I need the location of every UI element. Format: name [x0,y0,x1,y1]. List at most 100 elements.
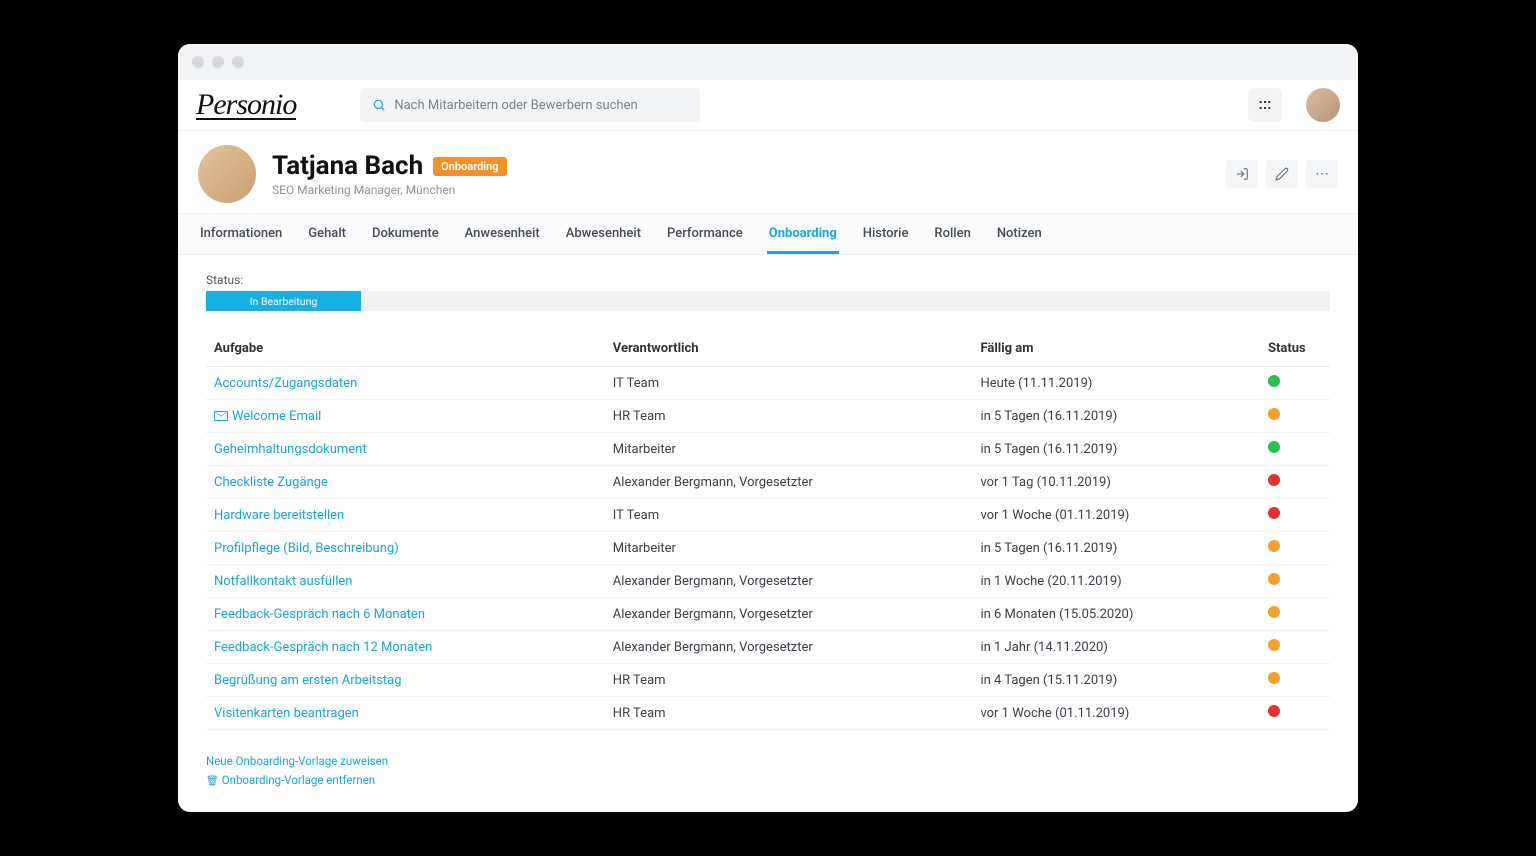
status-dot-orange [1268,540,1280,552]
traffic-light-close[interactable] [192,56,204,68]
tab-onboarding[interactable]: Onboarding [767,214,839,254]
app-switcher-button[interactable] [1248,88,1282,122]
action-edit[interactable] [1266,160,1298,188]
tab-anwesenheit[interactable]: Anwesenheit [463,214,542,254]
cell-status [1260,466,1330,499]
cell-status [1260,631,1330,664]
status-dot-orange [1268,573,1280,585]
cell-due: vor 1 Woche (01.11.2019) [972,697,1260,730]
cell-due: vor 1 Tag (10.11.2019) [972,466,1260,499]
task-link[interactable]: Notfallkontakt ausfüllen [214,574,352,589]
task-link[interactable]: Checkliste Zugänge [214,475,328,490]
task-link[interactable]: Feedback-Gespräch nach 6 Monaten [214,607,425,622]
user-avatar[interactable] [1306,88,1340,122]
content-area: Status: In Bearbeitung Aufgabe Verantwor… [178,255,1358,811]
table-row: Feedback-Gespräch nach 6 Monaten Alexande… [206,598,1330,631]
status-dot-orange [1268,606,1280,618]
status-dot-green [1268,375,1280,387]
cell-responsible: IT Team [605,367,973,400]
table-row: Accounts/Zugangsdaten IT TeamHeute (11.11… [206,367,1330,400]
table-row: Begrüßung am ersten Arbeitstag HR Teamin … [206,664,1330,697]
status-label: Status: [206,273,1330,287]
action-more[interactable]: ⋯ [1306,160,1338,188]
cell-responsible: Alexander Bergmann, Vorgesetzter [605,631,973,664]
cell-due: in 1 Woche (20.11.2019) [972,565,1260,598]
col-status: Status [1260,331,1330,367]
traffic-light-min[interactable] [212,56,224,68]
table-row: Welcome Email HR Teamin 5 Tagen (16.11.20… [206,400,1330,433]
status-badge: Onboarding [433,157,506,176]
cell-due: in 5 Tagen (16.11.2019) [972,433,1260,466]
table-row: Feedback-Gespräch nach 12 Monaten Alexand… [206,631,1330,664]
traffic-light-max[interactable] [232,56,244,68]
cell-status [1260,367,1330,400]
cell-due: in 4 Tagen (15.11.2019) [972,664,1260,697]
table-row: Geheimhaltungsdokument Mitarbeiterin 5 Ta… [206,433,1330,466]
tab-informationen[interactable]: Informationen [198,214,284,254]
cell-status [1260,499,1330,532]
action-login-as[interactable] [1226,160,1258,188]
status-dot-orange [1268,639,1280,651]
tab-abwesenheit[interactable]: Abwesenheit [564,214,643,254]
employee-subtitle: SEO Marketing Manager, München [272,183,507,197]
status-dot-red [1268,507,1280,519]
window-titlebar [178,44,1358,80]
cell-status [1260,433,1330,466]
app-logo[interactable]: Personio [196,91,296,120]
assign-template-link[interactable]: Neue Onboarding-Vorlage zuweisen [206,754,388,768]
cell-responsible: HR Team [605,400,973,433]
tab-rollen[interactable]: Rollen [932,214,972,254]
footer-links: Neue Onboarding-Vorlage zuweisen Onboard… [206,752,1330,789]
tab-dokumente[interactable]: Dokumente [370,214,441,254]
search-input[interactable]: Nach Mitarbeitern oder Bewerbern suchen [360,88,700,122]
tab-notizen[interactable]: Notizen [995,214,1044,254]
status-chip[interactable]: In Bearbeitung [206,291,361,311]
table-row: Notfallkontakt ausfüllen Alexander Bergma… [206,565,1330,598]
remove-template-link[interactable]: Onboarding-Vorlage entfernen [206,773,375,787]
dots-icon: ⋯ [1315,166,1329,182]
status-progress-bar: In Bearbeitung [206,291,1330,311]
employee-avatar[interactable] [198,145,256,203]
cell-status [1260,697,1330,730]
profile-actions: ⋯ [1226,160,1338,188]
col-responsible: Verantwortlich [605,331,973,367]
task-link[interactable]: Profilpflege (Bild, Beschreibung) [214,541,399,556]
status-dot-orange [1268,408,1280,420]
table-row: Hardware bereitstellenIT Teamvor 1 Woche… [206,499,1330,532]
cell-due: in 5 Tagen (16.11.2019) [972,532,1260,565]
status-dot-red [1268,474,1280,486]
status-dot-red [1268,705,1280,717]
task-link[interactable]: Geheimhaltungsdokument [214,442,367,457]
search-icon [372,98,386,112]
mail-icon [214,411,228,421]
col-due: Fällig am [972,331,1260,367]
task-link[interactable]: Begrüßung am ersten Arbeitstag [214,673,402,688]
app-window: Personio Nach Mitarbeitern oder Bewerber… [178,44,1358,811]
cell-responsible: Mitarbeiter [605,532,973,565]
cell-responsible: Alexander Bergmann, Vorgesetzter [605,565,973,598]
cell-due: Heute (11.11.2019) [972,367,1260,400]
cell-responsible: Alexander Bergmann, Vorgesetzter [605,466,973,499]
cell-due: vor 1 Woche (01.11.2019) [972,499,1260,532]
cell-due: in 1 Jahr (14.11.2020) [972,631,1260,664]
task-link[interactable]: Hardware bereitstellen [214,508,344,523]
cell-responsible: HR Team [605,664,973,697]
pencil-icon [1275,167,1289,181]
cell-due: in 6 Monaten (15.05.2020) [972,598,1260,631]
enter-icon [1235,167,1249,181]
tab-historie[interactable]: Historie [861,214,911,254]
grip-icon [1257,97,1273,113]
cell-status [1260,532,1330,565]
task-link[interactable]: Welcome Email [214,409,321,424]
cell-responsible: Alexander Bergmann, Vorgesetzter [605,598,973,631]
tab-gehalt[interactable]: Gehalt [306,214,348,254]
tab-bar: Informationen Gehalt Dokumente Anwesenheit A… [178,213,1358,255]
task-link[interactable]: Accounts/Zugangsdaten [214,376,357,391]
table-row: Profilpflege (Bild, Beschreibung) Mitarbe… [206,532,1330,565]
cell-due: in 5 Tagen (16.11.2019) [972,400,1260,433]
task-link[interactable]: Feedback-Gespräch nach 12 Monaten [214,640,432,655]
cell-responsible: Mitarbeiter [605,433,973,466]
tab-performance[interactable]: Performance [665,214,745,254]
task-link[interactable]: Visitenkarten beantragen [214,706,359,721]
employee-name: Tatjana Bach [272,151,423,181]
